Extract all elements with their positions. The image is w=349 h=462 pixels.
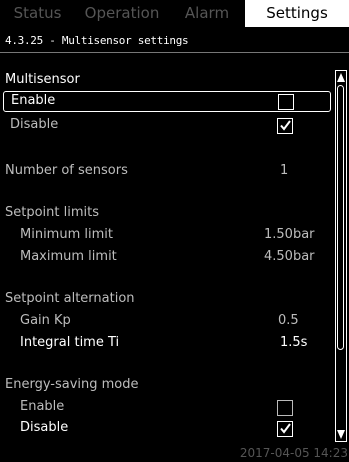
integral-time-label: Integral time Ti [20,335,120,350]
multisensor-enable-label: Enable [11,93,56,108]
minimum-limit-row[interactable]: Minimum limit 1.50bar [0,226,335,246]
energy-saving-enable-checkbox[interactable] [277,400,293,416]
gain-kp-value: 0.5 [278,313,299,328]
number-of-sensors-row[interactable]: Number of sensors 1 [0,162,335,182]
maximum-limit-label: Maximum limit [20,249,117,264]
scrollbar[interactable] [335,70,347,442]
tab-settings[interactable]: Settings [245,0,349,27]
maximum-limit-value: 4.50bar [264,249,315,264]
energy-saving-enable-label: Enable [20,399,65,414]
maximum-limit-row[interactable]: Maximum limit 4.50bar [0,248,335,268]
tab-bar: Status Operation Alarm Settings [0,0,349,27]
multisensor-disable-checkbox[interactable] [277,118,293,134]
scroll-up-arrow-icon[interactable] [336,72,346,84]
energy-saving-disable-row[interactable]: Disable [0,419,335,439]
multisensor-enable-row[interactable]: Enable [3,91,331,112]
checkmark-icon [280,423,291,434]
multisensor-disable-label: Disable [10,117,59,132]
tab-status[interactable]: Status [0,0,75,27]
datetime-label: 2017-04-05 14:23 [239,446,348,460]
breadcrumb: 4.3.25 - Multisensor settings [5,34,189,47]
header-divider [0,52,349,53]
minimum-limit-value: 1.50bar [264,227,315,242]
tab-operation[interactable]: Operation [75,0,169,27]
setpoint-limits-heading: Setpoint limits [5,205,100,220]
multisensor-enable-checkbox[interactable] [278,94,294,110]
multisensor-disable-row[interactable]: Disable [0,116,335,136]
setpoint-alternation-heading: Setpoint alternation [5,291,135,306]
multisensor-heading: Multisensor [5,72,80,87]
scrollbar-thumb[interactable] [337,85,344,350]
integral-time-value: 1.5s [280,335,308,350]
energy-saving-heading-row: Energy-saving mode [0,376,335,396]
checkmark-icon [280,120,291,131]
multisensor-section: Multisensor [0,71,335,91]
gain-kp-row[interactable]: Gain Kp 0.5 [0,312,335,332]
tab-alarm[interactable]: Alarm [169,0,245,27]
energy-saving-disable-checkbox[interactable] [277,421,293,437]
number-of-sensors-value: 1 [280,163,289,178]
energy-saving-heading: Energy-saving mode [5,377,139,392]
setpoint-limits-heading-row: Setpoint limits [0,204,335,224]
number-of-sensors-label: Number of sensors [5,163,128,178]
setpoint-alternation-heading-row: Setpoint alternation [0,290,335,310]
energy-saving-enable-row[interactable]: Enable [0,398,335,418]
minimum-limit-label: Minimum limit [20,227,113,242]
integral-time-row[interactable]: Integral time Ti 1.5s [0,334,335,354]
gain-kp-label: Gain Kp [20,313,71,328]
scroll-down-arrow-icon[interactable] [336,428,346,440]
energy-saving-disable-label: Disable [20,420,69,435]
